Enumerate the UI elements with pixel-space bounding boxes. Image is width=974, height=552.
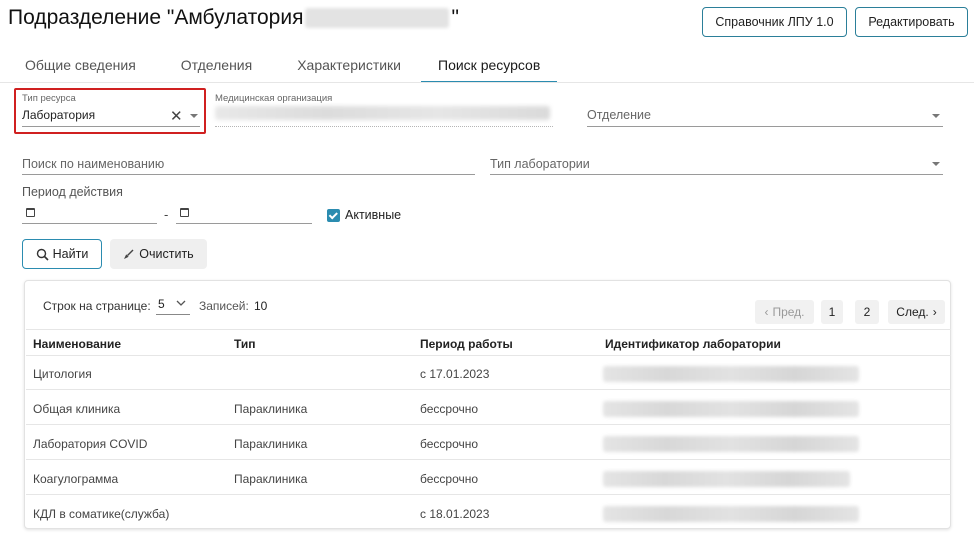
rows-per-page-label: Строк на странице:: [43, 299, 151, 313]
table-cell-period: с 18.01.2023: [420, 507, 490, 521]
tab-departments[interactable]: Отделения: [153, 53, 269, 83]
results-panel: Строк на странице: 5 Записей: 10 ‹ Пред. …: [24, 280, 951, 529]
page-title: Подразделение "Амбулатория ": [8, 6, 459, 30]
lab-type-chevron-down-icon[interactable]: [932, 162, 940, 166]
table-cell-lab-id-redacted: [603, 366, 859, 382]
find-button[interactable]: Найти: [22, 239, 102, 269]
handbook-button[interactable]: Справочник ЛПУ 1.0: [702, 7, 847, 37]
find-button-label: Найти: [52, 247, 89, 261]
table-cell-type: Параклиника: [234, 402, 308, 416]
tab-characteristics[interactable]: Характеристики: [269, 53, 418, 83]
resource-type-underline: [22, 126, 200, 127]
page-title-suffix: ": [451, 6, 459, 29]
department-select[interactable]: Отделение: [587, 108, 651, 122]
table-row-divider: [26, 389, 951, 390]
prev-page-button[interactable]: ‹ Пред.: [755, 300, 814, 324]
column-header-lab-id[interactable]: Идентификатор лаборатории: [605, 337, 781, 351]
table-row-divider: [26, 459, 951, 460]
calendar-icon[interactable]: [180, 208, 189, 217]
clear-x-icon[interactable]: ✕: [170, 107, 183, 125]
table-cell-lab-id-redacted: [603, 471, 850, 487]
search-name-underline: [22, 174, 475, 175]
rows-per-page-select[interactable]: 5: [156, 297, 190, 315]
redacted-name: [305, 8, 450, 28]
date-separator: -: [164, 207, 169, 222]
department-underline: [587, 126, 943, 127]
table-cell-period: бессрочно: [420, 437, 479, 451]
search-name-input[interactable]: Поиск по наименованию: [22, 157, 164, 171]
date-from-input[interactable]: [22, 223, 157, 224]
department-chevron-down-icon[interactable]: [932, 114, 940, 118]
period-label: Период действия: [22, 185, 123, 199]
rows-per-page-value: 5: [158, 297, 165, 311]
resource-type-label: Тип ресурса: [22, 93, 76, 104]
table-cell-name: Лаборатория COVID: [33, 437, 148, 451]
tab-general[interactable]: Общие сведения: [8, 53, 153, 83]
table-cell-lab-id-redacted: [603, 401, 859, 417]
table-row-divider: [26, 494, 951, 495]
column-header-name[interactable]: Наименование: [33, 337, 121, 351]
table-cell-name: Общая клиника: [33, 402, 121, 416]
tabs-divider: [0, 82, 974, 83]
chevron-right-icon: ›: [932, 305, 937, 319]
edit-button[interactable]: Редактировать: [855, 7, 968, 37]
med-org-redacted-value[interactable]: [215, 106, 550, 120]
med-org-underline: [215, 126, 553, 127]
table-cell-period: бессрочно: [420, 402, 479, 416]
page-1-button[interactable]: 1: [821, 300, 843, 324]
table-header-divider-top: [26, 329, 951, 330]
table-cell-lab-id-redacted: [603, 436, 859, 452]
clear-button[interactable]: Очистить: [110, 239, 207, 269]
table-cell-name: Цитология: [33, 367, 92, 381]
next-page-label: След.: [896, 305, 929, 319]
date-to-input[interactable]: [176, 223, 312, 224]
chevron-left-icon: ‹: [764, 305, 769, 319]
page-2-button[interactable]: 2: [855, 300, 879, 324]
lab-type-underline: [490, 174, 943, 175]
table-cell-period: с 17.01.2023: [420, 367, 490, 381]
resource-type-select[interactable]: Лаборатория: [22, 108, 95, 122]
table-cell-name: Коагулограмма: [33, 472, 119, 486]
tab-bar: Общие сведения Отделения Характеристики …: [8, 53, 558, 83]
active-label: Активные: [345, 208, 402, 222]
table-cell-name: КДЛ в соматике(служба): [33, 507, 170, 521]
column-header-period[interactable]: Период работы: [420, 337, 513, 351]
chevron-down-icon: [176, 300, 186, 306]
broom-icon: [124, 249, 134, 259]
table-cell-type: Параклиника: [234, 437, 308, 451]
prev-page-label: Пред.: [772, 305, 805, 319]
table-cell-lab-id-redacted: [603, 506, 859, 522]
page-title-prefix: Подразделение "Амбулатория: [8, 6, 304, 29]
search-icon: [36, 248, 49, 261]
table-cell-period: бессрочно: [420, 472, 479, 486]
records-count: 10: [254, 299, 268, 313]
table-cell-type: Параклиника: [234, 472, 308, 486]
table-row-divider: [26, 424, 951, 425]
tab-resource-search[interactable]: Поиск ресурсов: [421, 53, 558, 83]
next-page-button[interactable]: След. ›: [888, 300, 945, 324]
records-label: Записей:: [199, 299, 249, 313]
med-org-label: Медицинская организация: [215, 93, 333, 104]
clear-button-label: Очистить: [139, 247, 194, 261]
table-header-divider: [26, 355, 951, 356]
lab-type-select[interactable]: Тип лаборатории: [490, 157, 590, 171]
calendar-icon[interactable]: [26, 208, 35, 217]
active-checkbox[interactable]: [327, 209, 340, 222]
column-header-type[interactable]: Тип: [234, 337, 256, 351]
chevron-down-icon[interactable]: [190, 114, 198, 118]
